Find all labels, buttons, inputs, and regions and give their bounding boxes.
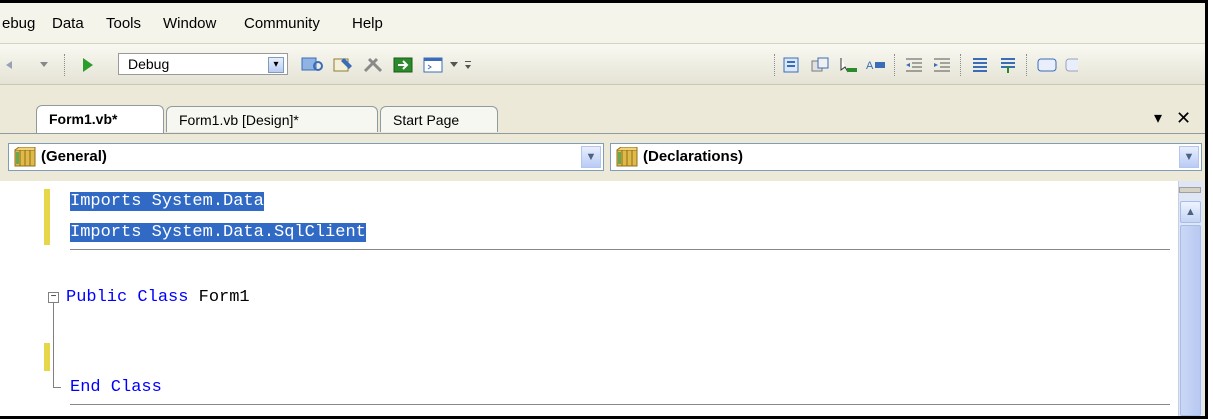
method-name-value: (Declarations)	[643, 148, 744, 165]
code-line-imports-data[interactable]: Imports System.Data	[70, 190, 264, 214]
class-identifier: Form1	[198, 288, 250, 307]
properties-window-icon[interactable]	[330, 56, 356, 74]
configuration-value: Debug	[128, 56, 170, 72]
menu-debug[interactable]: ebug	[2, 15, 35, 32]
changed-lines-marker	[44, 343, 50, 371]
display-object-member-list-icon[interactable]	[780, 56, 804, 74]
toolbar-grip[interactable]	[774, 54, 776, 76]
toolbar-separator	[1026, 54, 1028, 76]
toolbar-separator	[960, 54, 962, 76]
chevron-down-icon[interactable]: ▼	[1179, 146, 1199, 168]
parameter-info-icon[interactable]	[808, 56, 832, 74]
toolbar-separator	[64, 54, 66, 76]
class-name-dropdown[interactable]: (General) ▼	[8, 143, 604, 171]
collapse-icon[interactable]: −	[48, 292, 59, 303]
code-editor[interactable]: Imports System.Data Imports System.Data.…	[0, 181, 1178, 416]
class-name-value: (General)	[41, 148, 107, 165]
method-name-dropdown[interactable]: (Declarations) ▼	[610, 143, 1202, 171]
find-in-files-icon[interactable]	[300, 56, 326, 74]
menu-community[interactable]: Community	[244, 15, 320, 32]
uncomment-icon[interactable]	[996, 56, 1020, 74]
command-window-icon[interactable]	[420, 56, 446, 74]
object-browser-icon[interactable]	[390, 56, 416, 74]
undo-icon[interactable]	[2, 56, 22, 74]
class-icon	[14, 147, 36, 167]
next-bookmark-icon[interactable]	[1064, 56, 1078, 74]
changed-lines-marker	[44, 189, 50, 245]
tab-form1-vb-design[interactable]: Form1.vb [Design]*	[166, 106, 378, 132]
outline-end	[53, 387, 61, 388]
menu-window[interactable]: Window	[163, 15, 216, 32]
menu-help[interactable]: Help	[352, 15, 383, 32]
tab-start-page[interactable]: Start Page	[380, 106, 498, 132]
splitter-handle[interactable]	[1179, 187, 1201, 193]
standard-toolbar: Debug ▾ A	[0, 44, 1205, 85]
selected-text: Imports System.Data	[70, 192, 264, 211]
code-line-class-declaration[interactable]: Public Class Form1	[66, 286, 250, 310]
undo-dropdown-icon[interactable]	[38, 56, 50, 74]
chevron-down-icon[interactable]: ▾	[268, 57, 284, 73]
region-separator	[70, 404, 1170, 405]
increase-indent-icon[interactable]	[930, 56, 954, 74]
scroll-thumb[interactable]	[1180, 225, 1201, 416]
comment-out-icon[interactable]	[968, 56, 992, 74]
ide-window: ebug Data Tools Window Community Help De…	[0, 0, 1208, 419]
complete-word-icon[interactable]: A	[864, 56, 888, 74]
region-separator	[70, 249, 1170, 250]
menu-tools[interactable]: Tools	[106, 15, 141, 32]
tab-form1-vb[interactable]: Form1.vb*	[36, 105, 164, 133]
code-line-end-class[interactable]: End Class	[70, 376, 162, 400]
solution-configuration-select[interactable]: Debug ▾	[118, 53, 288, 75]
toolbar-separator	[894, 54, 896, 76]
document-tab-strip: Form1.vb* Form1.vb [Design]* Start Page …	[0, 104, 1205, 134]
bookmark-icon[interactable]	[1034, 56, 1060, 74]
menu-data[interactable]: Data	[52, 15, 84, 32]
start-debugging-icon[interactable]	[78, 56, 98, 74]
active-files-dropdown-icon[interactable]: ▾	[1154, 108, 1162, 128]
scroll-up-icon[interactable]: ▲	[1180, 201, 1201, 223]
quick-info-icon[interactable]	[836, 56, 860, 74]
code-line-imports-sqlclient[interactable]: Imports System.Data.SqlClient	[70, 221, 366, 245]
toolbar-options-icon[interactable]	[462, 56, 474, 74]
svg-text:A: A	[866, 60, 874, 72]
navigation-bar: (General) ▼ (Declarations) ▼	[0, 138, 1205, 176]
decrease-indent-icon[interactable]	[902, 56, 926, 74]
chevron-down-icon[interactable]	[448, 56, 460, 74]
declarations-icon	[616, 147, 638, 167]
keyword: End Class	[70, 378, 162, 397]
outline-line	[53, 303, 54, 387]
vertical-scrollbar[interactable]: ▲	[1178, 181, 1203, 416]
selected-text: Imports System.Data.SqlClient	[70, 223, 366, 242]
chevron-down-icon[interactable]: ▼	[581, 146, 601, 168]
menu-bar: ebug Data Tools Window Community Help	[0, 3, 1205, 44]
close-icon[interactable]: ✕	[1176, 108, 1191, 129]
toolbox-icon[interactable]	[360, 56, 386, 74]
keyword: Public Class	[66, 288, 189, 307]
